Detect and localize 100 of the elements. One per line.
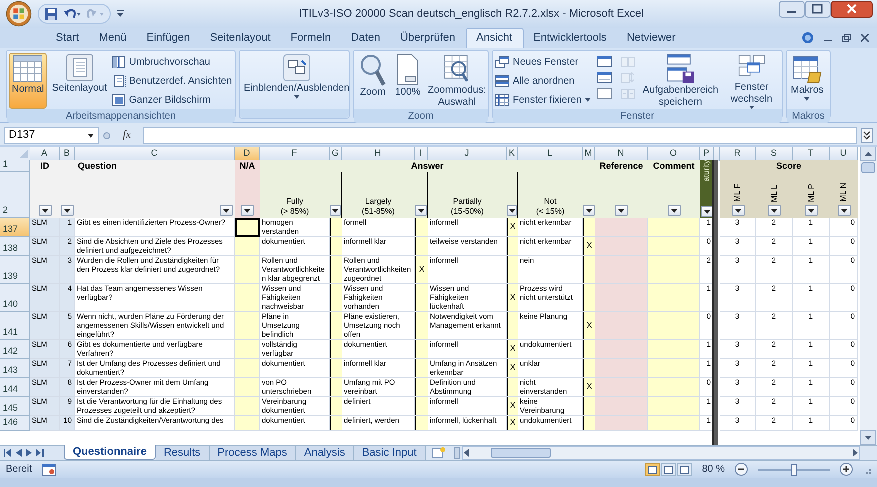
filter-button[interactable]: [615, 205, 628, 216]
scroll-left-icon[interactable]: [462, 449, 471, 457]
scroll-right-icon[interactable]: [851, 449, 859, 457]
column-header[interactable]: [714, 147, 720, 161]
filter-button[interactable]: [241, 205, 254, 216]
sheet-tab[interactable]: Process Maps: [210, 446, 296, 460]
filter-button[interactable]: [583, 205, 595, 216]
zoom-in-button[interactable]: [840, 463, 853, 476]
help-icon[interactable]: [802, 32, 814, 44]
ribbon-button[interactable]: Seitenlayout: [50, 53, 110, 109]
column-header[interactable]: H: [342, 147, 415, 161]
row-header[interactable]: 142: [0, 340, 30, 359]
sheet-tab[interactable]: Results: [156, 446, 210, 460]
ribbon-button[interactable]: Fenster fixieren: [495, 92, 591, 108]
column-header[interactable]: K: [507, 147, 518, 161]
close-icon[interactable]: [861, 34, 869, 42]
ribbon-tab[interactable]: Daten: [341, 28, 390, 48]
split-handle[interactable]: [454, 447, 460, 459]
column-header[interactable]: J: [428, 147, 507, 161]
horizontal-scrollbar[interactable]: [462, 446, 860, 460]
zoom-slider-thumb[interactable]: [791, 464, 797, 476]
ribbon-tab[interactable]: Seitenlayout: [200, 28, 281, 48]
macro-record-icon[interactable]: [42, 464, 56, 476]
view-button[interactable]: [677, 463, 692, 476]
restore-icon[interactable]: [842, 34, 851, 42]
ribbon-button[interactable]: Zoom: [356, 53, 390, 109]
next-sheet-icon[interactable]: [26, 449, 32, 457]
row-header[interactable]: 139: [0, 256, 30, 284]
ribbon-tab[interactable]: Ansicht: [466, 28, 524, 48]
expand-icon[interactable]: [861, 128, 873, 143]
ribbon-button[interactable]: Aufgabenbereich speichern: [640, 53, 721, 109]
vertical-scrollbar[interactable]: [860, 147, 877, 445]
column-header[interactable]: L: [518, 147, 583, 161]
ribbon-tab[interactable]: Entwicklertools: [524, 28, 617, 48]
ribbon-tab[interactable]: Netviewer: [616, 28, 686, 48]
customize-caret-icon[interactable]: [117, 10, 124, 18]
undo-icon[interactable]: [63, 8, 81, 20]
ribbon-button[interactable]: Ganzer Bildschirm: [112, 92, 232, 108]
zoom-out-button[interactable]: [735, 463, 748, 476]
column-header[interactable]: U: [830, 147, 858, 161]
row-header[interactable]: 145: [0, 397, 30, 416]
ribbon-button[interactable]: Umbruchvorschau: [112, 54, 232, 70]
column-header[interactable]: R: [720, 147, 756, 161]
row-header[interactable]: 138: [0, 237, 30, 256]
row-header[interactable]: 1: [0, 160, 30, 172]
filter-button[interactable]: [61, 205, 74, 216]
last-sheet-icon[interactable]: [36, 449, 44, 457]
function-button[interactable]: fx: [115, 127, 139, 144]
name-box[interactable]: D137: [4, 127, 99, 144]
column-header[interactable]: C: [75, 147, 235, 161]
ribbon-button[interactable]: Normal: [9, 53, 48, 109]
table-cell[interactable]: [235, 218, 260, 237]
office-button[interactable]: [6, 1, 32, 27]
row-header[interactable]: 2: [0, 172, 30, 218]
column-header[interactable]: N: [595, 147, 648, 161]
column-header[interactable]: I: [415, 147, 428, 161]
ribbon-button[interactable]: Fenster wechseln: [724, 53, 780, 109]
sheet-tab[interactable]: Basic Input: [354, 446, 426, 460]
hide-window-icon[interactable]: [596, 72, 612, 83]
filter-button[interactable]: [507, 205, 517, 216]
view-button[interactable]: [661, 463, 676, 476]
ribbon-button[interactable]: 100%: [393, 53, 423, 109]
row-header[interactable]: 141: [0, 312, 30, 340]
column-header[interactable]: B: [60, 147, 75, 161]
split-icon[interactable]: [596, 56, 612, 67]
column-header[interactable]: A: [30, 147, 60, 161]
column-header[interactable]: M: [583, 147, 595, 161]
filter-button[interactable]: [768, 205, 781, 216]
save-icon[interactable]: [45, 8, 58, 20]
row-header[interactable]: 146: [0, 416, 30, 430]
column-header[interactable]: O: [648, 147, 700, 161]
sheet-tab[interactable]: Analysis: [296, 446, 354, 460]
insert-sheet-icon[interactable]: [430, 447, 448, 459]
column-header[interactable]: P: [700, 147, 714, 161]
sheet-tab[interactable]: Questionnaire: [64, 445, 156, 460]
column-header[interactable]: S: [756, 147, 793, 161]
ribbon-tab[interactable]: Menü: [89, 28, 137, 48]
filter-button[interactable]: [415, 205, 427, 216]
column-header[interactable]: D: [235, 147, 260, 161]
row-header[interactable]: 144: [0, 378, 30, 397]
filter-button[interactable]: [220, 205, 233, 216]
previous-sheet-icon[interactable]: [16, 449, 22, 457]
formula-input[interactable]: [143, 127, 857, 144]
row-header[interactable]: 143: [0, 359, 30, 378]
column-header[interactable]: G: [330, 147, 342, 161]
minimize-button[interactable]: [779, 1, 805, 18]
first-sheet-icon[interactable]: [4, 449, 12, 457]
ribbon-button[interactable]: Einblenden/Ausblenden: [242, 53, 352, 109]
filter-button[interactable]: [732, 205, 744, 216]
ribbon-tab[interactable]: Formeln: [280, 28, 342, 48]
ribbon-button[interactable]: Alle anordnen: [495, 73, 591, 89]
ribbon-tab[interactable]: Start: [46, 28, 90, 48]
ribbon-button[interactable]: Makros: [789, 53, 826, 109]
filter-button[interactable]: [668, 205, 680, 216]
ribbon-button[interactable]: Benutzerdef. Ansichten: [112, 73, 232, 89]
row-header[interactable]: 137: [0, 218, 30, 237]
maximize-button[interactable]: [805, 1, 831, 18]
view-button[interactable]: [645, 463, 660, 476]
ribbon-tab[interactable]: Überprüfen: [390, 28, 466, 48]
filter-button[interactable]: [700, 206, 714, 217]
